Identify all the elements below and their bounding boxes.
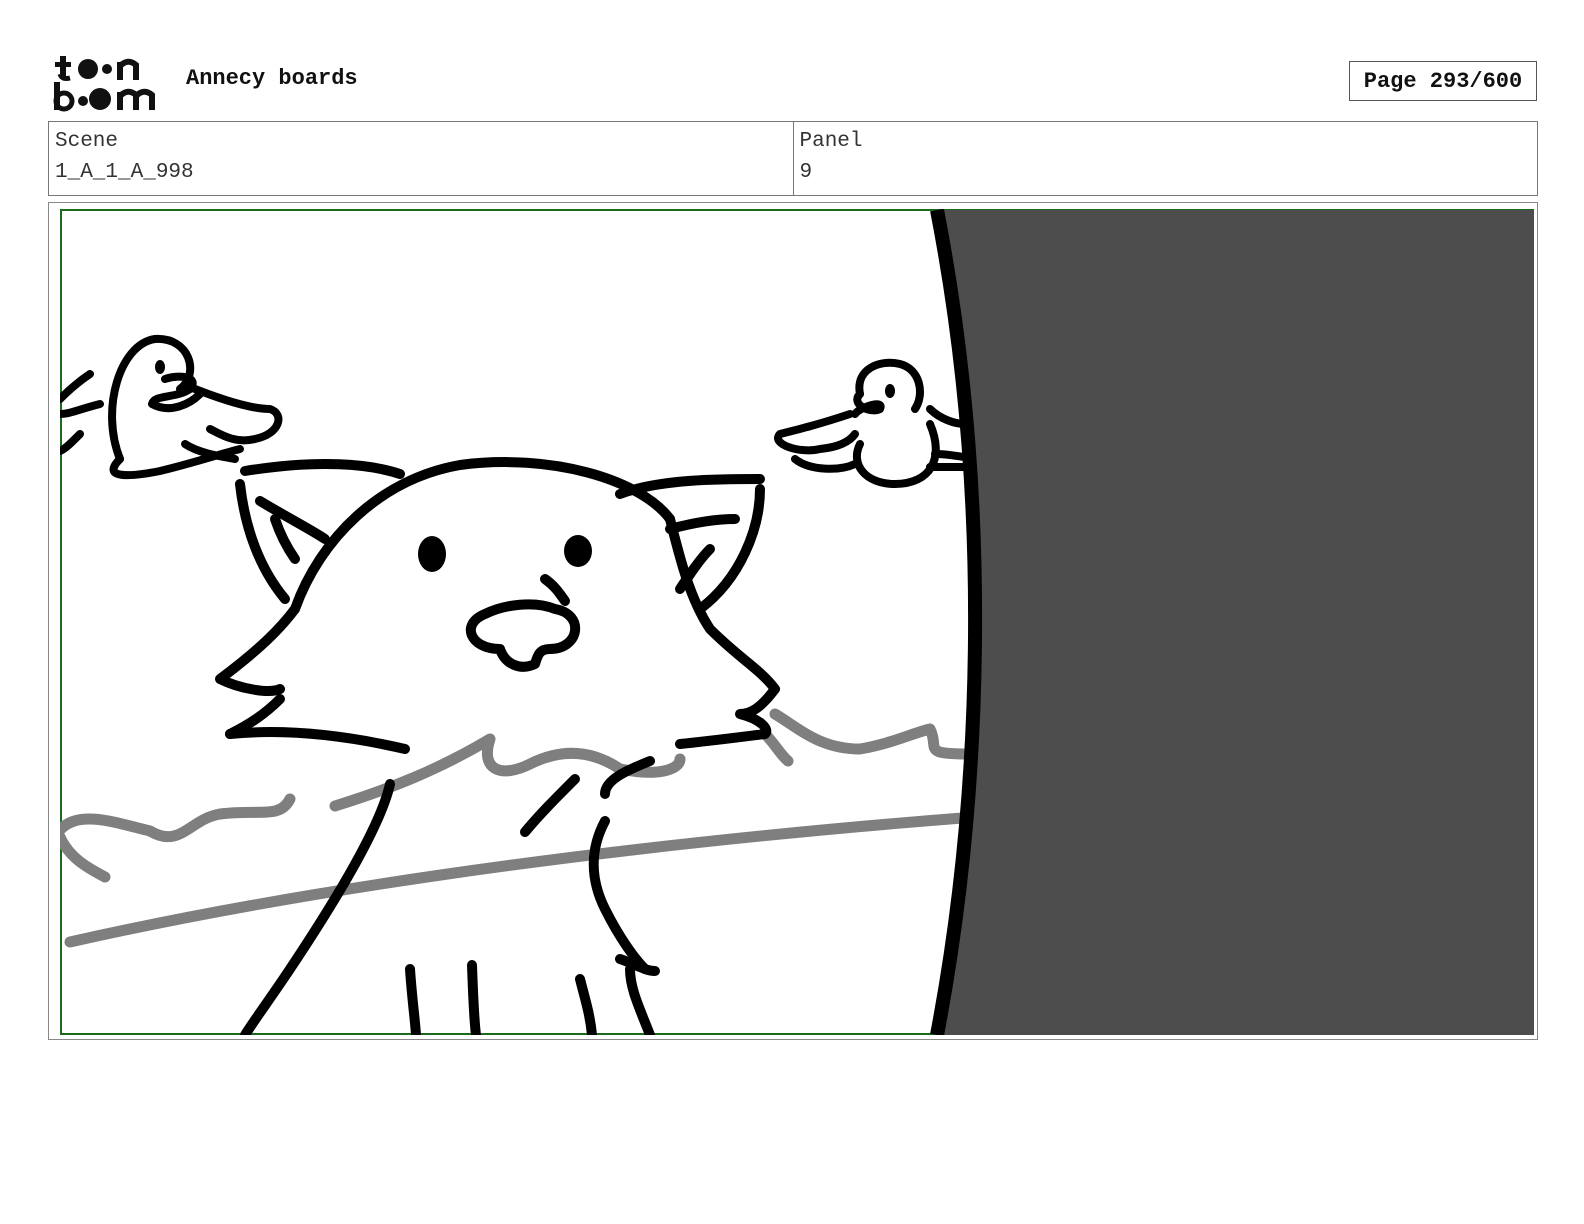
page-counter: Page 293/600 [1349,61,1537,101]
dark-foreground-shape [937,210,1534,1035]
storyboard-panel-drawing [60,209,1534,1035]
scene-label: Scene [55,130,119,153]
scene-cell: Scene 1_A_1_A_998 [49,122,793,195]
page-counter-label: Page 293/600 [1363,68,1523,94]
toon-boom-logo [53,56,155,112]
cat-left-eye [418,536,446,572]
cat-right-eye [564,535,592,567]
right-bird [774,358,969,488]
project-title: Annecy boards [186,66,358,91]
background-hills [60,708,981,948]
right-bird-eye [885,384,895,398]
left-bird-eye [155,360,165,374]
panel-cell: Panel 9 [792,122,1538,195]
panel-label: Panel [799,130,863,153]
scene-panel-info-table: Scene 1_A_1_A_998 Panel 9 [48,121,1538,196]
scene-value: 1_A_1_A_998 [55,161,194,184]
cat-character [215,457,780,1035]
panel-value: 9 [799,161,813,184]
left-bird [60,334,283,480]
